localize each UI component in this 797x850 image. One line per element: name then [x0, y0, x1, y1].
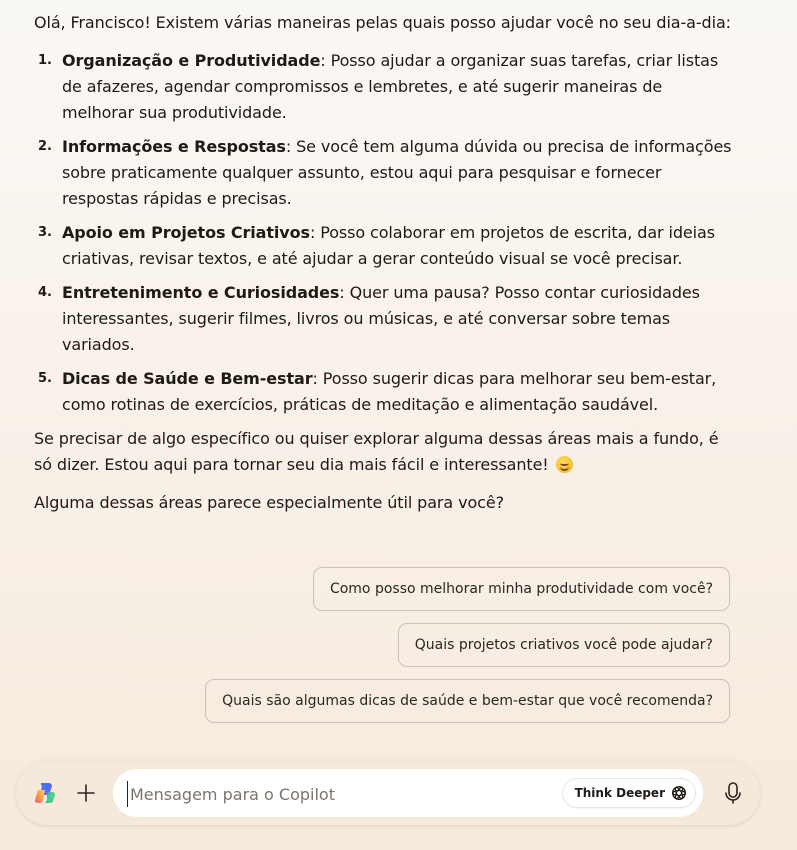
message-outro-text: Se precisar de algo específico ou quiser… — [34, 429, 719, 474]
list-item-number: 1. — [38, 53, 52, 68]
suggestion-chip-health[interactable]: Quais são algumas dicas de saúde e bem-e… — [205, 679, 730, 723]
list-item-number: 2. — [38, 139, 52, 154]
microphone-icon — [725, 782, 741, 804]
add-attachment-button[interactable] — [72, 779, 100, 807]
list-item-title: Apoio em Projetos Criativos — [62, 223, 310, 242]
smiling-face-emoji-icon — [555, 456, 573, 473]
list-item-title: Informações e Respostas — [62, 137, 286, 156]
list-item-number: 4. — [38, 285, 52, 300]
list-item-title: Dicas de Saúde e Bem-estar — [62, 369, 313, 388]
list-item: 2. Informações e Respostas: Se você tem a… — [34, 134, 734, 212]
assistant-message: Olá, Francisco! Existem várias maneiras … — [34, 10, 734, 516]
copilot-logo-icon — [34, 783, 56, 804]
plus-icon — [77, 784, 95, 802]
voice-input-button[interactable] — [719, 779, 747, 807]
list-item-title: Entretenimento e Curiosidades — [62, 283, 340, 302]
suggestion-chips: Como posso melhorar minha produtividade … — [205, 567, 730, 723]
list-item: 4. Entretenimento e Curiosidades: Quer um… — [34, 280, 734, 358]
think-deeper-label: Think Deeper — [574, 786, 665, 800]
list-item-number: 3. — [38, 225, 52, 240]
message-input-container: Think Deeper — [113, 769, 703, 817]
help-list: 1. Organização e Produtividade: Posso aju… — [34, 48, 734, 418]
list-item-number: 5. — [38, 371, 52, 386]
message-question: Alguma dessas áreas parece especialmente… — [34, 493, 504, 512]
list-item: 1. Organização e Produtividade: Posso aju… — [34, 48, 734, 126]
message-composer: Think Deeper — [16, 761, 760, 825]
suggestion-chip-productivity[interactable]: Como posso melhorar minha produtividade … — [312, 567, 730, 611]
list-item-title: Organização e Produtividade — [62, 51, 321, 70]
think-deeper-icon — [671, 785, 687, 801]
list-item: 3. Apoio em Projetos Criativos: Posso col… — [34, 220, 734, 272]
list-item: 5. Dicas de Saúde e Bem-estar: Posso suge… — [34, 366, 734, 418]
message-input[interactable] — [127, 781, 552, 807]
suggestion-chip-creative[interactable]: Quais projetos criativos você pode ajuda… — [397, 623, 730, 667]
think-deeper-button[interactable]: Think Deeper — [562, 779, 695, 807]
message-intro: Olá, Francisco! Existem várias maneiras … — [34, 13, 731, 32]
message-outro: Se precisar de algo específico ou quiser… — [34, 426, 734, 478]
